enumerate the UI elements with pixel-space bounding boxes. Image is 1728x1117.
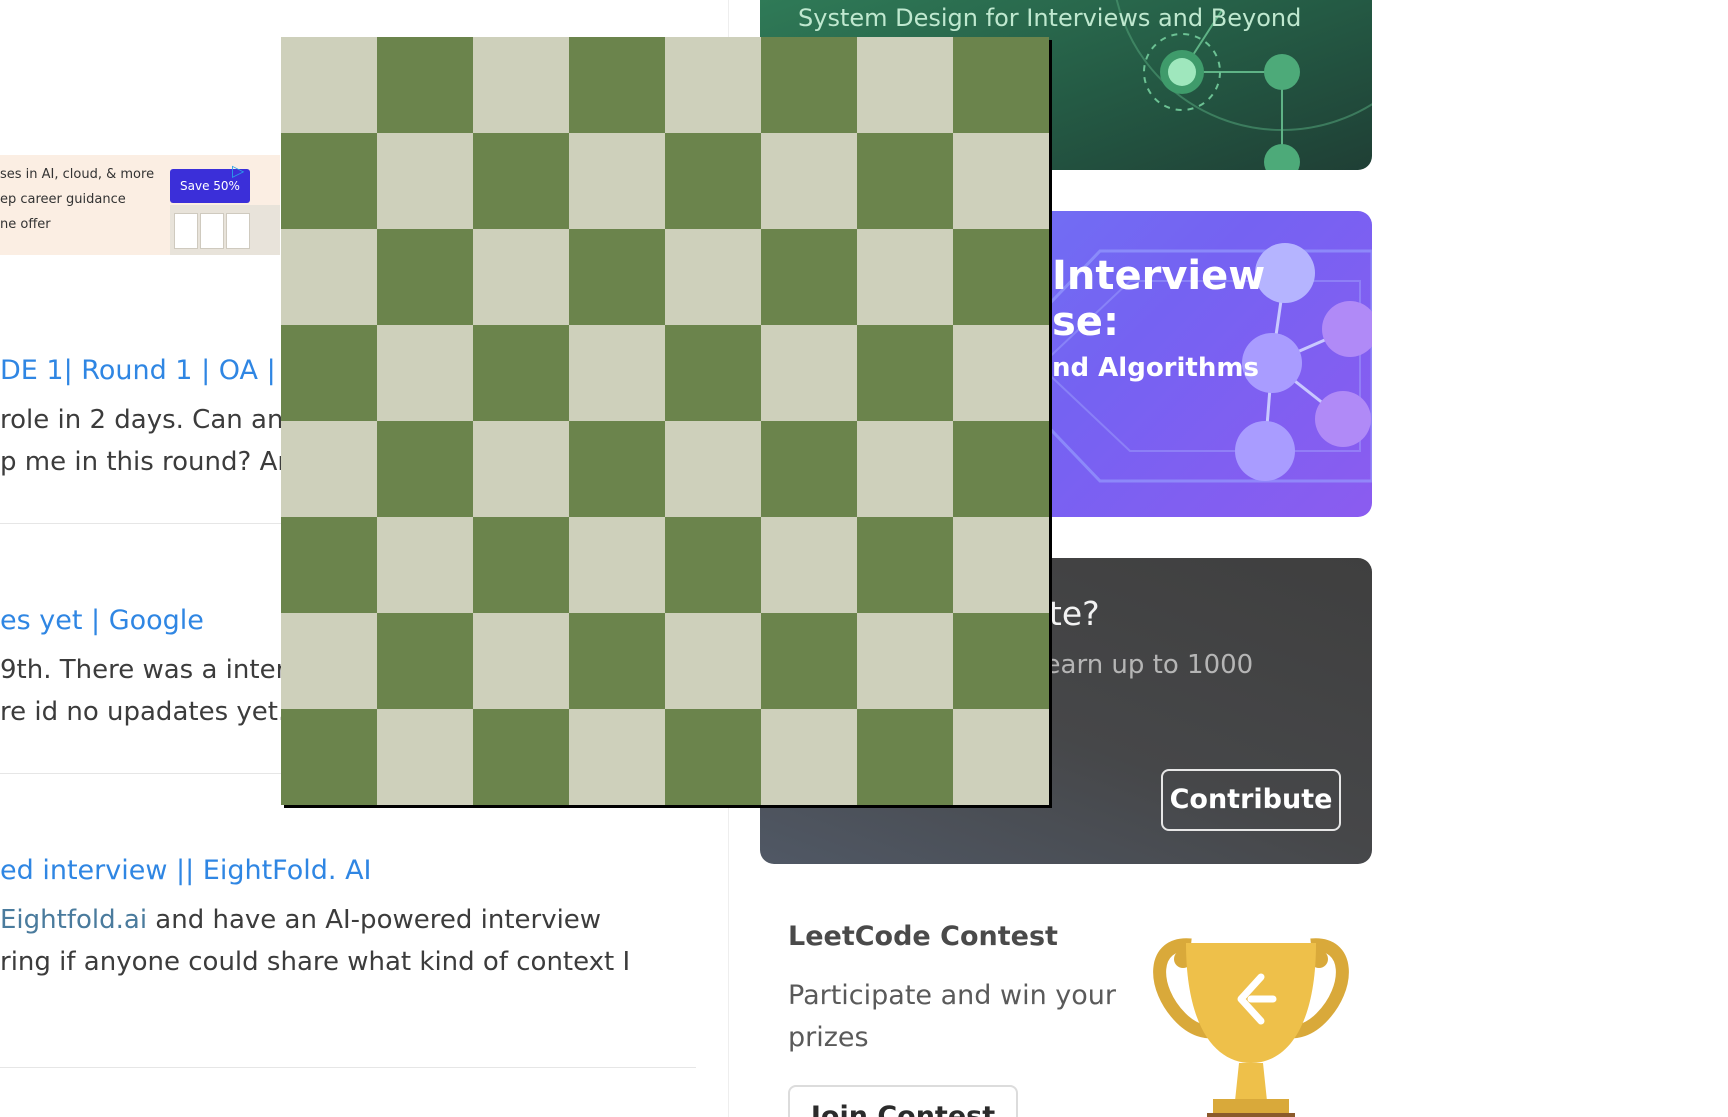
board-square[interactable]	[761, 613, 857, 709]
ad-text-line: ne offer	[0, 217, 51, 232]
board-square[interactable]	[569, 421, 665, 517]
board-square[interactable]	[857, 613, 953, 709]
card-subtitle: nd Algorithms	[1052, 353, 1259, 383]
inline-link[interactable]: Eightfold.ai	[0, 905, 147, 935]
board-square[interactable]	[857, 325, 953, 421]
board-square[interactable]	[473, 517, 569, 613]
page: ses in AI, cloud, & more ep career guida…	[0, 0, 1728, 1117]
board-square[interactable]	[281, 133, 377, 229]
divider	[0, 1067, 696, 1068]
ad-choices-icon[interactable]: ▷	[232, 161, 254, 181]
card-subtext: , earn up to 1000	[1028, 650, 1254, 680]
board-square[interactable]	[377, 325, 473, 421]
post-title[interactable]: ed interview || EightFold. AI	[0, 855, 372, 886]
board-square[interactable]	[761, 133, 857, 229]
board-square[interactable]	[761, 517, 857, 613]
board-square[interactable]	[281, 229, 377, 325]
ad-image	[170, 205, 280, 255]
board-square[interactable]	[761, 709, 857, 805]
board-square[interactable]	[665, 709, 761, 805]
board-square[interactable]	[953, 229, 1049, 325]
board-square[interactable]	[569, 133, 665, 229]
post-excerpt: 9th. There was a interv	[0, 655, 302, 685]
board-square[interactable]	[377, 133, 473, 229]
board-square[interactable]	[953, 421, 1049, 517]
board-square[interactable]	[473, 133, 569, 229]
board-square[interactable]	[473, 421, 569, 517]
list-item[interactable]: ed interview || EightFold. AI Eightfold.…	[0, 855, 696, 1075]
board-square[interactable]	[857, 37, 953, 133]
ad-text-line: ses in AI, cloud, & more	[0, 167, 155, 182]
board-square[interactable]	[665, 613, 761, 709]
board-square[interactable]	[569, 517, 665, 613]
board-square[interactable]	[857, 517, 953, 613]
post-excerpt: role in 2 days. Can an	[0, 405, 284, 435]
post-excerpt: Eightfold.ai and have an AI-powered inte…	[0, 905, 601, 935]
contribute-button[interactable]: Contribute	[1161, 769, 1341, 831]
board-square[interactable]	[761, 229, 857, 325]
board-square[interactable]	[569, 613, 665, 709]
board-square[interactable]	[953, 37, 1049, 133]
ad-thumbnail	[200, 213, 224, 249]
chessboard[interactable]	[281, 37, 1049, 805]
board-square[interactable]	[761, 37, 857, 133]
board-square[interactable]	[953, 517, 1049, 613]
contest-title: LeetCode Contest	[788, 921, 1058, 952]
board-square[interactable]	[281, 517, 377, 613]
board-square[interactable]	[569, 709, 665, 805]
board-square[interactable]	[665, 229, 761, 325]
board-square[interactable]	[281, 37, 377, 133]
board-square[interactable]	[473, 229, 569, 325]
leetcode-contest-section: LeetCode Contest Participate and win you…	[788, 915, 1388, 1117]
board-square[interactable]	[569, 37, 665, 133]
board-square[interactable]	[857, 133, 953, 229]
board-square[interactable]	[569, 325, 665, 421]
board-square[interactable]	[569, 229, 665, 325]
board-square[interactable]	[473, 613, 569, 709]
post-title[interactable]: DE 1| Round 1 | OA | 20	[0, 355, 319, 386]
board-square[interactable]	[377, 421, 473, 517]
board-square[interactable]	[665, 37, 761, 133]
ad-text-line: ep career guidance	[0, 192, 126, 207]
card-title: System Design for Interviews and Beyond	[798, 4, 1302, 32]
board-square[interactable]	[857, 421, 953, 517]
board-square[interactable]	[953, 613, 1049, 709]
board-square[interactable]	[953, 325, 1049, 421]
post-excerpt: re id no upadates yet.	[0, 697, 287, 727]
ad-thumbnail	[174, 213, 198, 249]
post-title[interactable]: es yet | Google	[0, 605, 204, 636]
board-square[interactable]	[665, 133, 761, 229]
board-square[interactable]	[857, 709, 953, 805]
board-square[interactable]	[377, 229, 473, 325]
board-square[interactable]	[953, 709, 1049, 805]
board-square[interactable]	[377, 517, 473, 613]
trophy-icon	[1153, 938, 1349, 1117]
board-square[interactable]	[665, 325, 761, 421]
card-title-line: se:	[1052, 299, 1119, 345]
board-square[interactable]	[473, 37, 569, 133]
board-square[interactable]	[761, 421, 857, 517]
board-square[interactable]	[665, 517, 761, 613]
board-square[interactable]	[281, 613, 377, 709]
board-square[interactable]	[377, 709, 473, 805]
board-square[interactable]	[953, 133, 1049, 229]
board-square[interactable]	[761, 325, 857, 421]
board-square[interactable]	[377, 613, 473, 709]
board-square[interactable]	[281, 709, 377, 805]
contest-description: Participate and win your prizes	[788, 980, 1116, 1053]
post-excerpt-text: and have an AI-powered interview	[147, 905, 602, 935]
board-square[interactable]	[377, 37, 473, 133]
board-square[interactable]	[473, 325, 569, 421]
board-square[interactable]	[473, 709, 569, 805]
board-square[interactable]	[281, 421, 377, 517]
card-title-line: Interview	[1052, 253, 1266, 299]
join-contest-button[interactable]: Join Contest	[788, 1085, 1018, 1117]
ad-thumbnail	[226, 213, 250, 249]
post-excerpt: p me in this round? Ar	[0, 447, 289, 477]
board-square[interactable]	[857, 229, 953, 325]
board-square[interactable]	[281, 325, 377, 421]
post-excerpt: ring if anyone could share what kind of …	[0, 947, 631, 977]
ad-banner[interactable]: ses in AI, cloud, & more ep career guida…	[0, 155, 280, 255]
board-square[interactable]	[665, 421, 761, 517]
